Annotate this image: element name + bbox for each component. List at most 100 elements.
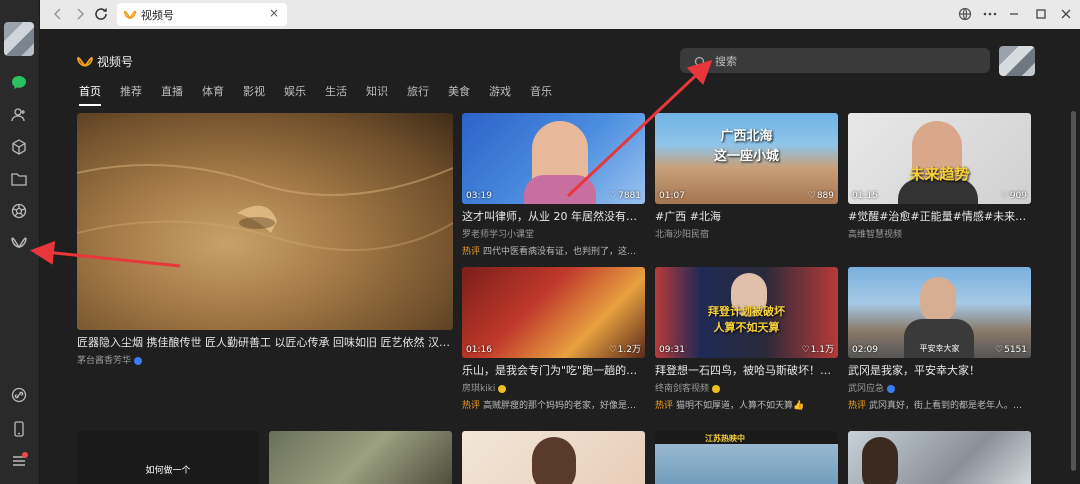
video-card[interactable]: 平安幸大家 02:09 ♡5151 武冈是我家，平安幸大家！ 武冈应急 热评 武冈… (848, 267, 1031, 411)
globe-icon[interactable] (957, 6, 973, 22)
video-card[interactable]: 广西北海 这一座小城 01:07 ♡889 #广西 #北海 北海沙阳民宿 (655, 113, 838, 240)
video-thumbnail[interactable]: 广西北海 这一座小城 01:07 ♡889 (655, 113, 838, 204)
search-input[interactable]: 搜索 (680, 48, 990, 73)
tab-travel[interactable]: 旅行 (407, 83, 429, 106)
person-figure (532, 437, 576, 484)
video-thumbnail[interactable] (462, 431, 645, 484)
video-thumbnail[interactable]: 01:16 ♡1.2万 (462, 267, 645, 358)
video-title[interactable]: 乐山，是我会专门为"吃"跑一趟的地… (462, 362, 645, 378)
tab-life[interactable]: 生活 (325, 83, 347, 106)
minimize-icon[interactable] (1006, 6, 1022, 22)
hot-comment: 热评 高贼胖瘦的那个妈妈的老家，好像是… (462, 398, 645, 411)
likes-count: 1.1万 (810, 345, 834, 355)
video-likes: ♡7881 (609, 191, 641, 201)
forward-icon[interactable] (72, 6, 88, 22)
video-thumbnail[interactable]: 未来趋势 01:15 ♡909 (848, 113, 1031, 204)
video-card[interactable]: 江苏热映中 (655, 431, 838, 484)
brand[interactable]: 视频号 (77, 53, 133, 70)
video-author[interactable]: 高维智慧视频 (848, 227, 1031, 240)
video-duration: 09:31 (659, 345, 685, 355)
maximize-icon[interactable] (1033, 6, 1049, 22)
tab-food[interactable]: 美食 (448, 83, 470, 106)
video-card[interactable] (848, 431, 1031, 484)
avatar[interactable] (4, 22, 34, 56)
scrollbar[interactable] (1071, 111, 1076, 471)
tab-entertainment[interactable]: 娱乐 (284, 83, 306, 106)
video-thumbnail[interactable]: 03:19 ♡7881 (462, 113, 645, 204)
video-card[interactable]: 03:19 ♡7881 这才叫律师，从业 20 年居然没有律… 罗老师学习小课堂… (462, 113, 645, 257)
video-card[interactable] (462, 431, 645, 484)
close-icon[interactable] (1058, 6, 1074, 22)
phone-icon[interactable] (10, 420, 28, 438)
video-card[interactable]: 01:16 ♡1.2万 乐山，是我会专门为"吃"跑一趟的地… 房琪kiki 热评… (462, 267, 645, 411)
brand-title: 视频号 (97, 55, 134, 69)
video-thumbnail[interactable]: 平安幸大家 02:09 ♡5151 (848, 267, 1031, 358)
tab-knowledge[interactable]: 知识 (366, 83, 388, 106)
likes-count: 5151 (1004, 345, 1027, 355)
video-author[interactable]: 罗老师学习小课堂 (462, 227, 645, 240)
channels-logo-icon (77, 55, 93, 69)
tab-film[interactable]: 影视 (243, 83, 265, 106)
notification-dot (22, 452, 28, 458)
browser-tab[interactable]: 视频号 × (117, 3, 287, 26)
tab-recommend[interactable]: 推荐 (120, 83, 142, 106)
hot-comment: 热评 武冈真好，街上看到的都是老年人。… (848, 398, 1031, 411)
video-likes: ♡1.1万 (802, 342, 834, 355)
featured-thumbnail[interactable] (77, 113, 453, 330)
video-thumbnail[interactable]: 如何做一个 (77, 431, 259, 484)
video-card[interactable]: 如何做一个 (77, 431, 259, 484)
video-title[interactable]: 拜登想一石四鸟，被哈马斯破坏！美… (655, 362, 838, 378)
category-tabs: 首页 推荐 直播 体育 影视 娱乐 生活 知识 旅行 美食 游戏 音乐 (79, 83, 571, 106)
tab-sports[interactable]: 体育 (202, 83, 224, 106)
folder-icon[interactable] (10, 170, 28, 188)
author-name: 房琪kiki (462, 384, 496, 394)
video-title[interactable]: 武冈是我家，平安幸大家！ (848, 362, 1031, 378)
channels-icon[interactable] (10, 234, 28, 252)
link-icon[interactable] (10, 386, 28, 404)
chat-icon[interactable] (10, 74, 28, 92)
tab-games[interactable]: 游戏 (489, 83, 511, 106)
likes-count: 1.2万 (617, 345, 641, 355)
video-author[interactable]: 北海沙阳民宿 (655, 227, 838, 240)
cube-icon[interactable] (10, 138, 28, 156)
video-title[interactable]: #广西 #北海 (655, 208, 838, 224)
thumbnail-caption: 江苏热映中 (705, 434, 745, 443)
video-thumbnail[interactable] (848, 431, 1031, 484)
back-icon[interactable] (50, 6, 66, 22)
tab-music[interactable]: 音乐 (530, 83, 552, 106)
video-thumbnail[interactable] (269, 431, 452, 484)
featured-author[interactable]: 茅台酱香芳华 (77, 353, 453, 366)
video-title[interactable]: 这才叫律师，从业 20 年居然没有律… (462, 208, 645, 224)
heart-icon: ♡ (1000, 191, 1009, 201)
thumbnail-caption: 如何做一个 (145, 466, 191, 476)
video-author[interactable]: 武冈应急 (848, 381, 1031, 394)
video-likes: ♡909 (1001, 191, 1027, 201)
featured-video-card[interactable]: 匠器隐入尘烟 携佳酿传世 匠人勤研善工 以匠心传承 回味如旧 匠艺依然 汉酱… … (77, 113, 453, 366)
more-icon[interactable] (982, 6, 998, 22)
video-author[interactable]: 房琪kiki (462, 381, 645, 394)
hot-comment-text: 猫明不如厚道，人算不如天算👍 (676, 401, 805, 411)
hot-label: 热评 (848, 401, 867, 411)
hot-comment-text: 四代中医看病没有证，也判刑了，这… (483, 247, 637, 257)
tab-live[interactable]: 直播 (161, 83, 183, 106)
video-thumbnail[interactable]: 江苏热映中 (655, 431, 838, 484)
likes-count: 909 (1009, 191, 1027, 201)
video-author[interactable]: 终南剑客视频 (655, 381, 838, 394)
search-icon (694, 54, 707, 68)
tab-close-icon[interactable]: × (269, 6, 279, 20)
contacts-icon[interactable] (10, 106, 28, 124)
video-card[interactable] (269, 431, 452, 484)
app-window: 视频号 × 视频号 搜索 首页 推荐 直播 体育 影视 娱乐 生活 知识 旅行 … (0, 0, 1080, 484)
video-card[interactable]: 拜登计划被破坏 人算不如天算 09:31 ♡1.1万 拜登想一石四鸟，被哈马斯破… (655, 267, 838, 411)
tab-home[interactable]: 首页 (79, 83, 101, 106)
user-avatar[interactable] (999, 46, 1035, 76)
video-likes: ♡5151 (995, 345, 1027, 355)
aperture-icon[interactable] (10, 202, 28, 220)
video-title[interactable]: #觉醒#治愈#正能量#情感#未来#成… (848, 208, 1031, 224)
featured-title[interactable]: 匠器隐入尘烟 携佳酿传世 匠人勤研善工 以匠心传承 回味如旧 匠艺依然 汉酱… (77, 334, 453, 350)
video-thumbnail[interactable]: 拜登计划被破坏 人算不如天算 09:31 ♡1.1万 (655, 267, 838, 358)
refresh-icon[interactable] (93, 6, 109, 22)
likes-count: 889 (816, 191, 834, 201)
author-name: 武冈应急 (848, 384, 885, 394)
video-card[interactable]: 未来趋势 01:15 ♡909 #觉醒#治愈#正能量#情感#未来#成… 高维智慧… (848, 113, 1031, 240)
